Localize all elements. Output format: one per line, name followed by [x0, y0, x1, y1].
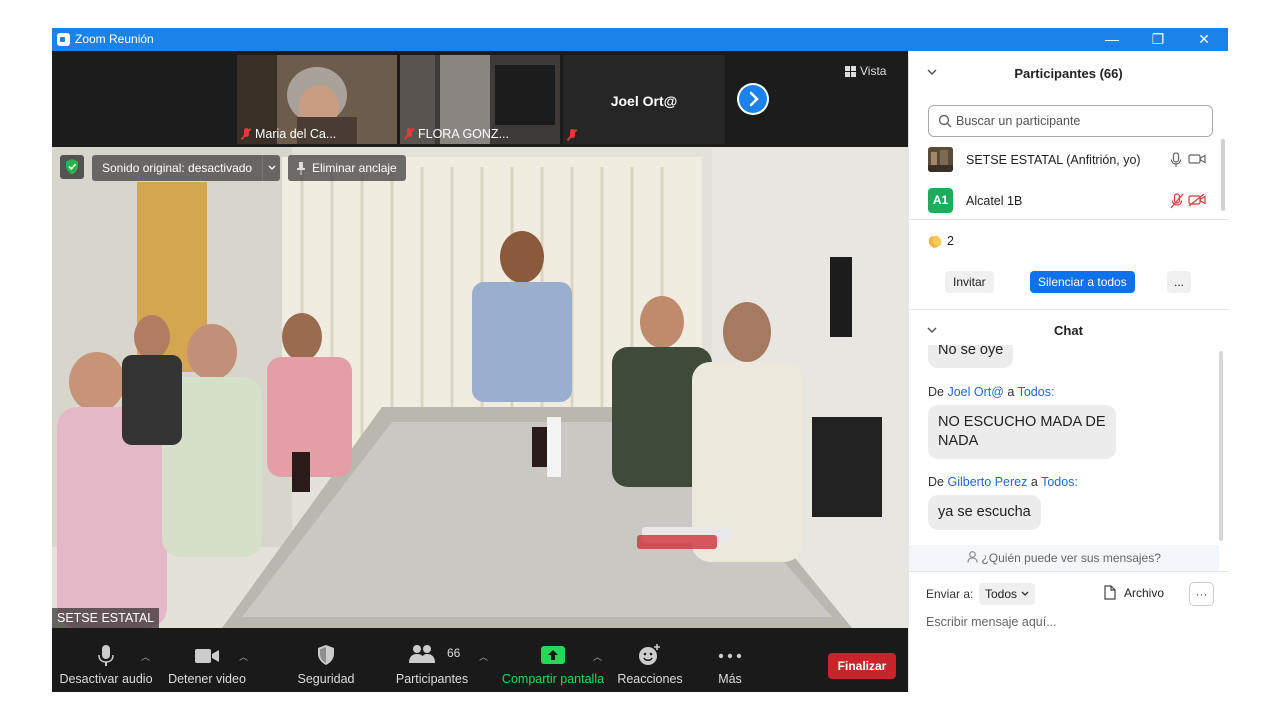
muted-mic-icon: [566, 128, 578, 142]
sender-link[interactable]: Joel Ort@: [947, 385, 1003, 399]
minimize-button[interactable]: —: [1089, 28, 1135, 51]
video-off-icon[interactable]: [1188, 193, 1206, 207]
more-button[interactable]: Más: [702, 628, 758, 692]
meeting-room-video-image: [52, 147, 908, 628]
video-thumbnail[interactable]: Maria del Ca...: [237, 55, 397, 144]
chat-message-input[interactable]: Escribir mensaje aquí...: [926, 613, 1216, 637]
file-icon: [1104, 585, 1116, 600]
reaction-count: 2: [947, 234, 954, 248]
send-to-dropdown[interactable]: Todos: [979, 583, 1036, 605]
file-button[interactable]: Archivo: [1104, 585, 1164, 600]
video-thumbnail-strip: Maria del Ca... FLORA GONZ... Joel Ort@ …: [52, 51, 908, 147]
chat-message-header: De Joel Ort@ a Todos:: [928, 385, 1055, 399]
divider: [909, 219, 1229, 220]
avatar: A1: [928, 188, 953, 213]
reaction-emoji-icon: [639, 644, 660, 665]
thumbnail-name: Maria del Ca...: [255, 127, 337, 141]
video-thumbnail[interactable]: FLORA GONZ...: [400, 55, 560, 144]
participant-row[interactable]: SETSE ESTATAL (Anfitrión, yo): [909, 145, 1219, 177]
more-dots-icon: [718, 653, 742, 659]
chat-scrollbar[interactable]: [1219, 351, 1223, 541]
chat-title: Chat: [1054, 323, 1083, 338]
participant-row[interactable]: A1 Alcatel 1B: [909, 186, 1219, 218]
participant-name: Alcatel 1B: [966, 194, 1023, 208]
video-name-label: SETSE ESTATAL: [52, 608, 160, 628]
participants-more-button[interactable]: ...: [1167, 271, 1191, 293]
participants-options-caret-icon[interactable]: ︿: [479, 650, 488, 663]
share-screen-button[interactable]: Compartir pantalla: [498, 628, 608, 692]
visibility-note[interactable]: ¿Quién puede ver sus mensajes?: [909, 545, 1219, 571]
unpin-button[interactable]: Eliminar anclaje: [288, 155, 406, 181]
recipient-link[interactable]: Todos:: [1041, 475, 1078, 489]
view-button[interactable]: Vista: [845, 61, 886, 81]
person-icon: [967, 551, 978, 563]
participant-search-input[interactable]: Buscar un participante: [928, 105, 1213, 137]
side-panel: Participantes (66) Buscar un participant…: [908, 51, 1229, 692]
participants-button[interactable]: 66 Participantes: [392, 628, 472, 692]
zoom-logo-icon: [57, 33, 70, 46]
next-page-button[interactable]: [737, 83, 769, 115]
muted-mic-icon[interactable]: [1170, 193, 1184, 209]
chat-message: NO ESCUCHO MADA DE NADA: [928, 405, 1116, 459]
pin-icon: [297, 162, 305, 175]
speaker-name: Joel Ort@: [610, 93, 678, 109]
close-button[interactable]: ✕: [1181, 28, 1227, 51]
video-options-caret-icon[interactable]: ︿: [239, 650, 248, 663]
microphone-icon[interactable]: [1170, 152, 1182, 168]
chat-message-header: De Gilberto Perez a Todos:: [928, 475, 1078, 489]
participant-name: SETSE ESTATAL (Anfitrión, yo): [966, 153, 1141, 167]
window-title: Zoom Reunión: [75, 32, 154, 46]
shield-icon: [318, 645, 334, 665]
invite-button[interactable]: Invitar: [945, 271, 994, 293]
stop-video-button[interactable]: Detener video: [164, 628, 250, 692]
audio-options-caret-icon[interactable]: ︿: [141, 650, 150, 663]
divider: [909, 571, 1229, 572]
avatar: [928, 147, 953, 172]
microphone-icon: [98, 645, 114, 666]
search-icon: [938, 114, 952, 128]
restore-button[interactable]: ❐: [1135, 28, 1181, 51]
participants-scrollbar[interactable]: [1221, 139, 1225, 211]
chevron-down-icon: [268, 165, 276, 170]
send-to-label: Enviar a:: [926, 587, 974, 601]
chevron-right-icon: [749, 91, 759, 107]
main-video[interactable]: SETSE ESTATAL: [52, 147, 908, 628]
reaction-summary: 2: [927, 233, 954, 249]
shield-check-icon: [66, 159, 78, 175]
chat-more-button[interactable]: ···: [1189, 582, 1214, 606]
recipient-link[interactable]: Todos:: [1018, 385, 1055, 399]
share-screen-icon: [541, 646, 565, 664]
title-bar: Zoom Reunión — ❐ ✕: [52, 28, 1228, 51]
grid-icon: [845, 65, 856, 77]
reactions-button[interactable]: Reacciones: [612, 628, 688, 692]
clapping-hands-icon: [928, 235, 942, 248]
mute-all-button[interactable]: Silenciar a todos: [1030, 271, 1135, 293]
mute-audio-button[interactable]: Desactivar audio: [58, 628, 154, 692]
participants-icon: [409, 645, 435, 663]
muted-mic-icon: [403, 127, 415, 141]
sender-link[interactable]: Gilberto Perez: [947, 475, 1027, 489]
video-camera-icon: [195, 649, 219, 663]
share-options-caret-icon[interactable]: ︿: [593, 650, 602, 663]
divider: [909, 309, 1229, 310]
meeting-toolbar: Desactivar audio ︿ Detener video ︿ Segur…: [52, 628, 908, 692]
chat-message: ya se escucha: [928, 495, 1041, 530]
muted-mic-icon: [240, 127, 252, 141]
security-button[interactable]: Seguridad: [290, 628, 362, 692]
chat-message: No se oye: [928, 345, 1014, 368]
chevron-down-icon: [1021, 591, 1029, 596]
participants-count: 66: [447, 646, 461, 660]
original-sound-dropdown[interactable]: [262, 155, 280, 181]
original-sound-button[interactable]: Sonido original: desactivado: [92, 155, 263, 181]
end-meeting-button[interactable]: Finalizar: [828, 653, 896, 679]
video-camera-icon[interactable]: [1188, 153, 1206, 165]
thumbnail-name: FLORA GONZ...: [418, 127, 509, 141]
video-thumbnail-speaker[interactable]: Joel Ort@: [563, 55, 725, 144]
chat-messages[interactable]: No se oye De Joel Ort@ a Todos: NO ESCUC…: [909, 345, 1221, 545]
security-indicator[interactable]: [60, 155, 84, 179]
participants-title: Participantes (66): [1014, 66, 1123, 81]
